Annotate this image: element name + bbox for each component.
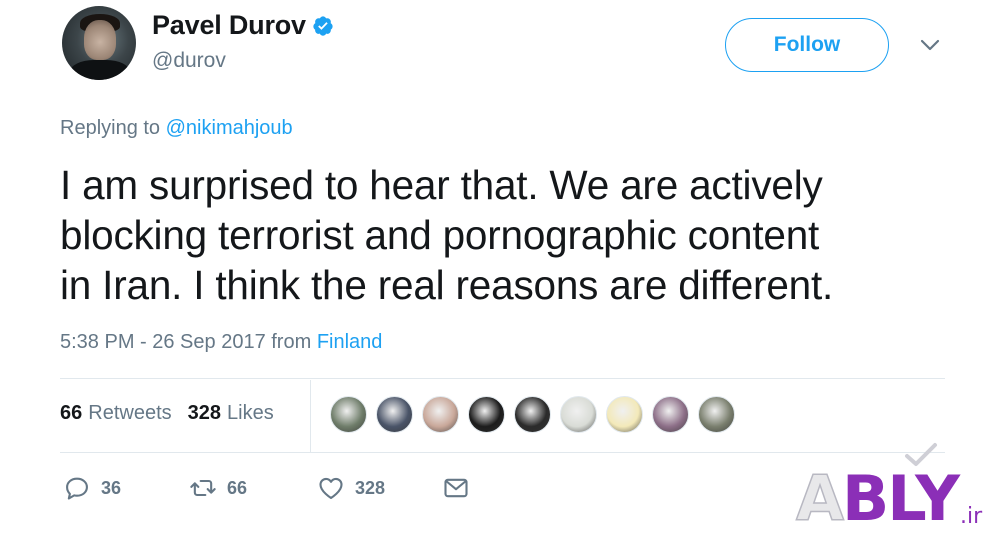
watermark-part2: BLY <box>841 462 960 535</box>
likes-stat-count: 328 <box>187 402 221 424</box>
direct-message-action[interactable] <box>442 474 470 502</box>
retweets-stat[interactable]: 66 Retweets <box>60 402 172 425</box>
liker-avatar-3[interactable] <box>422 396 459 433</box>
likers-avatar-list <box>330 396 744 433</box>
liker-avatar-8[interactable] <box>652 396 689 433</box>
author-handle[interactable]: @durov <box>152 49 226 73</box>
watermark-letters: ABLY <box>795 462 960 535</box>
tweet-stats: 66 Retweets 328 Likes <box>60 402 290 425</box>
likes-stat[interactable]: 328 Likes <box>188 402 274 425</box>
retweets-stat-count: 66 <box>60 402 83 424</box>
reply-icon <box>66 477 88 500</box>
chevron-down-icon[interactable] <box>919 38 941 54</box>
ably-watermark-logo: ABLY .ir <box>795 442 996 537</box>
watermark-suffix: .ir <box>960 504 983 529</box>
verified-badge-icon <box>313 15 333 36</box>
heart-icon <box>319 477 343 499</box>
liker-avatar-4[interactable] <box>468 396 505 433</box>
liker-avatar-2[interactable] <box>376 396 413 433</box>
avatar-shirt <box>70 60 130 80</box>
replying-to: Replying to @nikimahjoub <box>60 117 293 140</box>
retweet-count: 66 <box>227 477 248 498</box>
retweets-stat-label: Retweets <box>88 402 172 424</box>
tweet-text: I am surprised to hear that. We are acti… <box>60 162 834 308</box>
tweet-actions: 36 66 328 <box>63 474 470 502</box>
reply-count: 36 <box>101 477 122 498</box>
liker-avatar-9[interactable] <box>698 396 735 433</box>
watermark-part1: A <box>795 462 844 535</box>
retweet-action[interactable]: 66 <box>189 474 317 502</box>
tweet-location-link[interactable]: Finland <box>317 331 383 353</box>
liker-avatar-5[interactable] <box>514 396 551 433</box>
author-display-name[interactable]: Pavel Durov <box>152 10 306 41</box>
tweet-meta: 5:38 PM - 26 Sep 2017 from Finland <box>60 331 382 354</box>
liker-avatar-6[interactable] <box>560 396 597 433</box>
envelope-icon <box>444 478 468 498</box>
reply-action[interactable]: 36 <box>63 474 189 502</box>
likes-stat-label: Likes <box>227 402 274 424</box>
liker-avatar-1[interactable] <box>330 396 367 433</box>
reply-mention-link[interactable]: @nikimahjoub <box>166 117 293 139</box>
tweet-timestamp[interactable]: 5:38 PM - 26 Sep 2017 from <box>60 331 317 353</box>
retweet-icon <box>190 479 216 497</box>
author-name-row: Pavel Durov <box>152 10 334 41</box>
liker-avatar-7[interactable] <box>606 396 643 433</box>
divider-top <box>60 378 945 379</box>
avatar-face <box>84 20 116 60</box>
like-count: 328 <box>355 477 386 498</box>
replying-to-prefix: Replying to <box>60 117 166 139</box>
profile-avatar[interactable] <box>62 6 136 80</box>
stats-separator <box>310 380 311 452</box>
follow-button[interactable]: Follow <box>725 18 889 72</box>
like-action[interactable]: 328 <box>317 474 442 502</box>
